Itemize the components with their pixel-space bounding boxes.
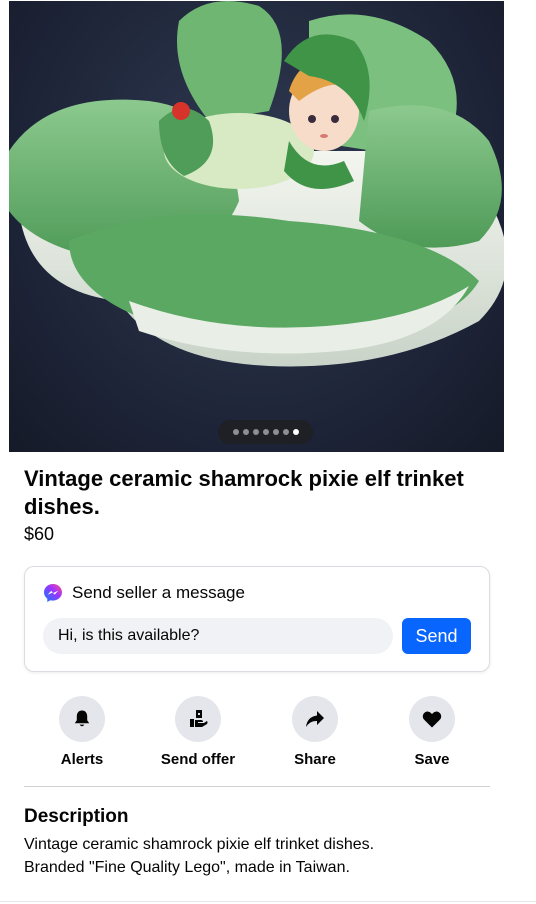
page-dot: [252, 429, 259, 435]
share-button[interactable]: Share: [257, 696, 373, 768]
save-button[interactable]: Save: [374, 696, 490, 768]
page-dot: [272, 429, 279, 435]
description-heading: Description: [24, 806, 129, 827]
page-dot: [232, 429, 239, 435]
message-seller-card: Send seller a message Hi, is this availa…: [24, 566, 490, 672]
description-body: Vintage ceramic shamrock pixie elf trink…: [24, 833, 494, 879]
alerts-label: Alerts: [60, 751, 104, 768]
save-icon-circle[interactable]: [409, 696, 455, 742]
alerts-icon-circle[interactable]: [59, 696, 105, 742]
page-dot-active: [292, 429, 299, 435]
section-divider: [24, 786, 490, 787]
page-dot: [242, 429, 249, 435]
send-offer-icon-circle[interactable]: [175, 696, 221, 742]
send-offer-button[interactable]: Send offer: [140, 696, 256, 768]
bell-icon: [74, 710, 90, 727]
message-header: Send seller a message: [43, 583, 245, 603]
listing-title: Vintage ceramic shamrock pixie elf trink…: [24, 466, 464, 519]
description-line: Branded "Fine Quality Lego", made in Tai…: [24, 859, 350, 876]
listing-photo[interactable]: [9, 1, 504, 452]
share-arrow-icon: [306, 711, 324, 727]
bottom-divider: [0, 901, 536, 902]
send-button[interactable]: Send: [402, 618, 471, 654]
message-heading: Send seller a message: [72, 583, 245, 602]
send-offer-icon: [190, 710, 208, 727]
send-offer-label: Send offer: [160, 751, 236, 768]
listing-photo-image: [9, 1, 504, 367]
alerts-button[interactable]: Alerts: [24, 696, 140, 768]
save-label: Save: [414, 751, 450, 768]
heart-icon: [422, 711, 442, 728]
description-line: Vintage ceramic shamrock pixie elf trink…: [24, 836, 375, 853]
messenger-icon: [44, 584, 62, 602]
message-input[interactable]: Hi, is this available?: [43, 618, 393, 654]
page-dot: [262, 429, 269, 435]
listing-price: $60: [24, 524, 55, 544]
page-dot: [282, 429, 289, 435]
share-icon-circle[interactable]: [292, 696, 338, 742]
photo-pagination[interactable]: [218, 420, 313, 444]
share-label: Share: [294, 751, 336, 768]
action-bar: Alerts Send offer Share Save: [24, 696, 490, 772]
